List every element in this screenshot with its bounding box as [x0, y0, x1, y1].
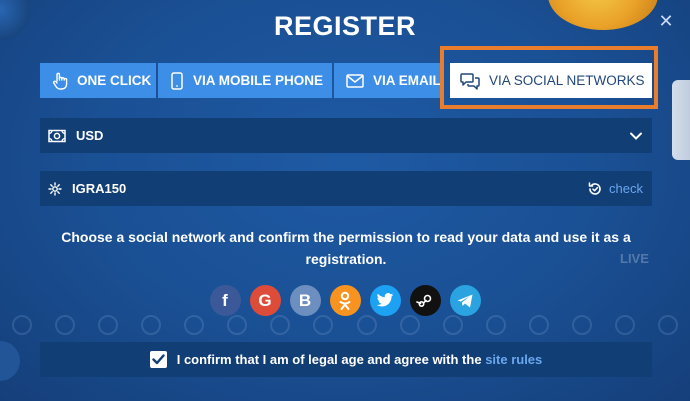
tab-label: VIA EMAIL: [373, 73, 440, 88]
currency-select[interactable]: USD: [40, 118, 652, 153]
social-description: Choose a social network and confirm the …: [61, 229, 631, 267]
telegram-icon[interactable]: [449, 285, 481, 316]
tab-email[interactable]: VIA EMAIL: [334, 63, 440, 98]
social-buttons: f G B: [0, 285, 690, 316]
hand-pointer-icon: [53, 72, 68, 90]
tab-label: VIA MOBILE PHONE: [193, 73, 324, 88]
refresh-icon: [588, 181, 601, 195]
tab-mobile-phone[interactable]: VIA MOBILE PHONE: [158, 63, 332, 98]
tab-one-click[interactable]: ONE CLICK: [40, 63, 156, 98]
check-link[interactable]: check: [609, 181, 643, 196]
close-icon[interactable]: ✕: [657, 12, 675, 30]
tab-label: ONE CLICK: [77, 73, 152, 88]
envelope-icon: [346, 73, 364, 88]
gear-icon: [48, 181, 62, 196]
tab-social-networks[interactable]: VIA SOCIAL NETWORKS: [450, 63, 652, 98]
registration-tabs: ONE CLICK VIA MOBILE PHONE VIA EMAIL VIA…: [40, 63, 653, 98]
confirm-checkbox[interactable]: [149, 351, 167, 368]
dice-decoration: [672, 80, 690, 160]
mobile-phone-icon: [171, 71, 183, 90]
promo-check-button[interactable]: check: [587, 181, 643, 197]
google-icon[interactable]: G: [249, 285, 281, 316]
promo-code-field[interactable]: IGRA150 check: [40, 171, 652, 206]
chat-bubbles-icon: [460, 72, 480, 90]
vk-icon[interactable]: B: [289, 285, 321, 316]
steam-icon[interactable]: [409, 285, 441, 316]
modal-title: REGISTER: [273, 11, 417, 41]
site-rules-link[interactable]: site rules: [485, 352, 542, 367]
chevron-down-icon[interactable]: [630, 132, 642, 140]
checkmark-icon: [152, 354, 165, 365]
currency-value: USD: [76, 128, 104, 143]
confirm-text: I confirm that I am of legal age and agr…: [176, 352, 543, 367]
promo-value: IGRA150: [72, 181, 127, 196]
facebook-icon[interactable]: f: [209, 285, 241, 316]
tab-label: VIA SOCIAL NETWORKS: [489, 73, 645, 88]
twitter-icon[interactable]: [369, 285, 401, 316]
legal-age-confirm: I confirm that I am of legal age and agr…: [40, 342, 652, 377]
odnoklassniki-icon[interactable]: [329, 285, 361, 316]
cash-icon: [48, 129, 66, 143]
